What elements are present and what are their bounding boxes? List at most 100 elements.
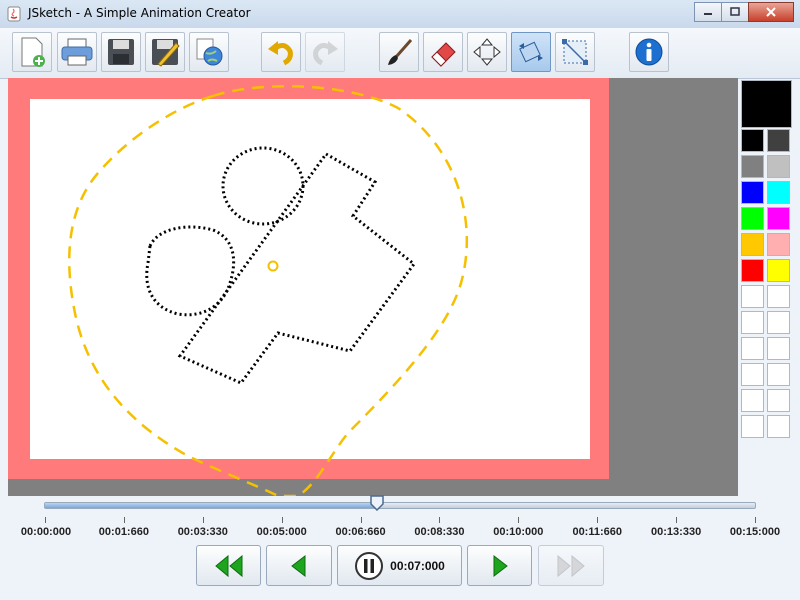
color-swatch[interactable] — [767, 259, 790, 282]
color-swatch[interactable] — [767, 129, 790, 152]
timeline-tick — [439, 517, 441, 523]
timeline-tick — [45, 517, 46, 523]
pause-icon — [355, 551, 384, 580]
timeline-tick-label: 00:06:660 — [335, 526, 386, 538]
timeline-tick-label: 00:00:000 — [20, 526, 72, 538]
print-button[interactable] — [57, 32, 97, 72]
color-swatch[interactable] — [767, 207, 790, 230]
color-swatch[interactable] — [741, 207, 764, 230]
timeline-tick-label: 00:13:330 — [651, 526, 702, 538]
sketch-circle-lower[interactable] — [145, 225, 236, 317]
sketch-body-shape[interactable] — [177, 152, 417, 385]
next-frame-button[interactable] — [467, 545, 532, 586]
undo-button[interactable] — [261, 32, 301, 72]
timeline-tick — [755, 517, 756, 523]
timeline-tick — [518, 517, 520, 523]
java-app-icon — [7, 6, 21, 22]
previous-frame-button[interactable] — [266, 545, 332, 586]
color-swatch[interactable] — [741, 337, 764, 360]
globe-icon — [196, 38, 223, 66]
previous-frame-icon — [291, 554, 306, 577]
color-swatch[interactable] — [767, 155, 790, 178]
next-frame-icon — [493, 554, 508, 577]
pause-button[interactable]: 00:07:000 — [337, 545, 462, 586]
paintbrush-icon — [388, 39, 413, 65]
color-swatch[interactable] — [767, 285, 790, 308]
floppy-disk-icon — [108, 39, 134, 65]
main-toolbar — [0, 28, 800, 79]
sketch-circle-upper[interactable] — [221, 146, 305, 226]
color-swatch[interactable] — [741, 311, 764, 334]
color-swatch[interactable] — [741, 233, 764, 256]
move-arrows-icon — [473, 38, 501, 66]
current-time-label: 00:07:000 — [390, 558, 445, 573]
timeline-progress — [45, 503, 377, 508]
minimize-button[interactable] — [694, 2, 722, 22]
eraser-icon — [431, 42, 456, 67]
title-bar: JSketch - A Simple Animation Creator — [0, 0, 800, 29]
color-swatch[interactable] — [767, 337, 790, 360]
eraser-tool-button[interactable] — [423, 32, 463, 72]
maximize-button[interactable] — [721, 2, 749, 22]
move-tool-button[interactable] — [467, 32, 507, 72]
scale-icon — [562, 39, 588, 65]
save-as-button[interactable] — [145, 32, 185, 72]
close-button[interactable] — [748, 2, 794, 22]
timeline-tick — [676, 517, 678, 523]
window-title: JSketch - A Simple Animation Creator — [28, 6, 251, 20]
timeline-slider[interactable] — [44, 502, 756, 509]
new-file-button[interactable] — [12, 32, 52, 72]
timeline-tick — [597, 517, 599, 523]
color-swatch[interactable] — [767, 233, 790, 256]
timeline-tick — [281, 517, 283, 523]
rotation-pivot[interactable] — [267, 260, 279, 272]
color-swatch[interactable] — [741, 415, 764, 438]
drawing-workspace[interactable] — [8, 78, 738, 496]
color-swatch[interactable] — [767, 311, 790, 334]
info-button[interactable] — [629, 32, 669, 72]
rotate-icon — [519, 41, 543, 63]
redo-button[interactable] — [305, 32, 345, 72]
new-file-icon — [21, 37, 45, 67]
timeline-tick-label: 00:03:330 — [177, 526, 228, 538]
color-swatch[interactable] — [767, 363, 790, 386]
scale-tool-button[interactable] — [555, 32, 595, 72]
close-icon — [766, 7, 776, 17]
window-controls — [694, 2, 794, 22]
rotate-tool-button[interactable] — [511, 32, 551, 72]
rewind-button[interactable] — [196, 545, 261, 586]
current-color[interactable] — [741, 80, 792, 128]
export-web-button[interactable] — [189, 32, 229, 72]
color-swatch[interactable] — [767, 415, 790, 438]
printer-icon — [61, 38, 93, 66]
sketch-overlay — [68, 84, 468, 496]
color-swatch[interactable] — [767, 389, 790, 412]
color-swatch[interactable] — [741, 285, 764, 308]
save-button[interactable] — [101, 32, 141, 72]
color-swatch[interactable] — [741, 389, 764, 412]
rewind-icon — [214, 554, 242, 577]
color-swatch[interactable] — [741, 363, 764, 386]
undo-icon — [268, 41, 293, 66]
fast-forward-icon — [557, 554, 585, 577]
color-swatch[interactable] — [741, 181, 764, 204]
brush-tool-button[interactable] — [379, 32, 419, 72]
app-window: JSketch - A Simple Animation Creator 00:… — [0, 0, 800, 600]
minimize-icon — [704, 13, 712, 15]
timeline-tick-label: 00:15:000 — [729, 526, 781, 538]
timeline-tick-label: 00:08:330 — [414, 526, 465, 538]
color-swatch[interactable] — [741, 129, 764, 152]
timeline-tick-label: 00:01:660 — [98, 526, 149, 538]
color-swatch[interactable] — [741, 259, 764, 282]
selection-outline[interactable] — [68, 84, 468, 496]
timeline-tick — [123, 517, 125, 523]
fast-forward-button[interactable] — [538, 545, 604, 586]
redo-icon — [313, 41, 338, 66]
info-icon — [635, 38, 663, 66]
color-swatch[interactable] — [767, 181, 790, 204]
maximize-icon — [730, 7, 740, 16]
floppy-pencil-icon — [152, 39, 180, 67]
timeline-thumb[interactable] — [369, 495, 384, 511]
color-swatch[interactable] — [741, 155, 764, 178]
timeline-tick-label: 00:11:660 — [572, 526, 622, 538]
